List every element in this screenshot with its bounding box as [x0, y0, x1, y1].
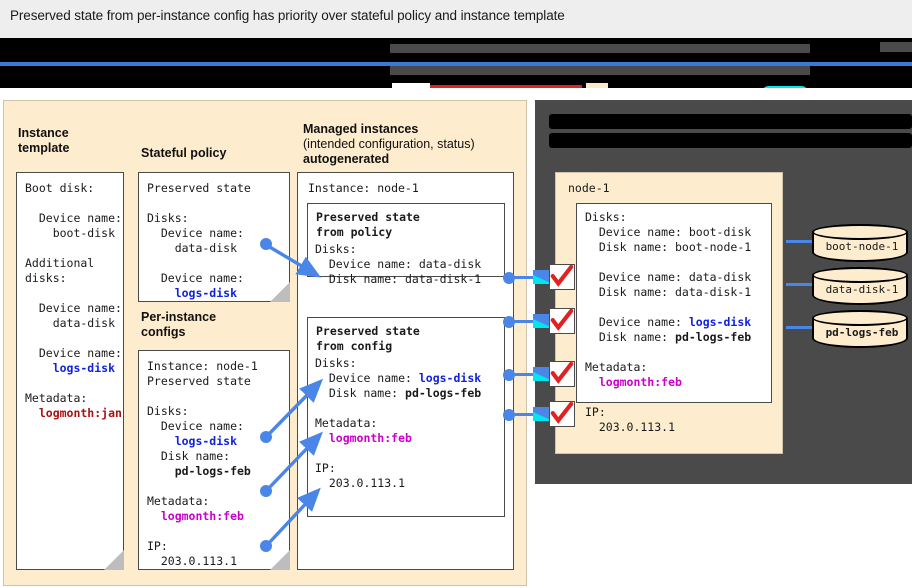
arrow-config-ip [268, 497, 312, 544]
arrow-config-metadata [268, 441, 314, 489]
arrow-policy-to-managed [268, 246, 310, 271]
arrow-config-disks [268, 388, 314, 435]
diagram-root: Preserved state from per-instance config… [0, 0, 912, 588]
flow-arrows [0, 0, 912, 588]
